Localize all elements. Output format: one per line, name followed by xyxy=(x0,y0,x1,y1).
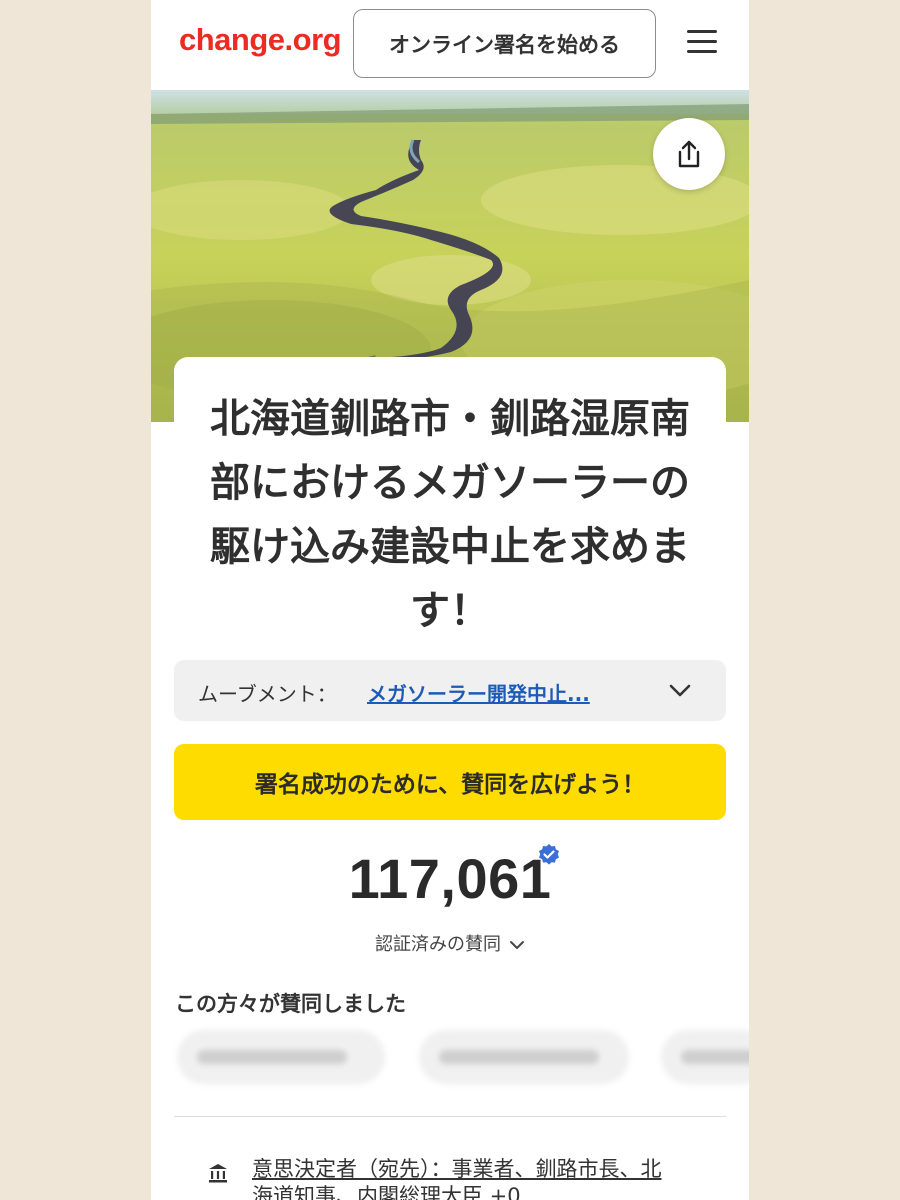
chevron-down-icon[interactable] xyxy=(668,680,692,700)
site-header: change.org オンライン署名を始める xyxy=(151,0,749,90)
decision-makers-link[interactable]: 意思決定者（宛先）：事業者、釧路市長、北海道知事、内閣総理大臣 +0 xyxy=(252,1156,672,1200)
verified-label: 認証済みの賛同 xyxy=(375,934,501,955)
section-divider xyxy=(174,1116,726,1117)
start-petition-button[interactable]: オンライン署名を始める xyxy=(353,9,656,78)
supporter-chip[interactable] xyxy=(661,1030,749,1084)
phone-viewport: change.org オンライン署名を始める 北海道釧路市・釧路湿原南部における… xyxy=(151,0,749,1200)
verified-badge-icon xyxy=(539,844,559,865)
movement-label: ムーブメント： xyxy=(198,682,337,706)
institution-icon xyxy=(209,1164,227,1183)
petition-title-card: 北海道釧路市・釧路湿原南部におけるメガソーラーの駆け込み建設中止を求めます！ xyxy=(174,357,726,647)
chevron-down-icon xyxy=(510,941,524,949)
supporter-chip[interactable] xyxy=(419,1030,629,1084)
share-button[interactable] xyxy=(653,118,725,190)
petition-title: 北海道釧路市・釧路湿原南部におけるメガソーラーの駆け込み建設中止を求めます！ xyxy=(210,396,690,634)
share-icon xyxy=(678,140,700,168)
movement-link[interactable]: メガソーラー開発中止... xyxy=(367,678,623,707)
supporter-chip[interactable] xyxy=(177,1030,385,1084)
change-org-logo[interactable]: change.org xyxy=(179,22,342,58)
verified-supporters-toggle[interactable]: 認証済みの賛同 xyxy=(151,930,749,956)
hamburger-menu-icon[interactable] xyxy=(687,30,717,54)
share-cta-button[interactable]: 署名成功のために、賛同を広げよう！ xyxy=(174,744,726,820)
supporters-heading: この方々が賛同しました xyxy=(175,992,406,1016)
movement-bar[interactable]: ムーブメント： メガソーラー開発中止... xyxy=(174,660,726,721)
signature-count: 117,061 xyxy=(348,847,552,910)
